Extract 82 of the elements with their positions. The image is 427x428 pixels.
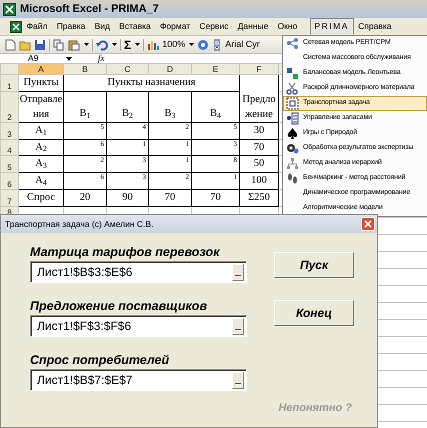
- matrix-icon: [286, 67, 298, 80]
- menu-item[interactable]: Справка: [354, 18, 396, 35]
- table-cell: B$_{2}$: [106, 91, 148, 122]
- dialog-button[interactable]: Конец: [274, 300, 354, 326]
- new-file-icon[interactable]: [4, 38, 16, 50]
- row-header[interactable]: 1: [0, 74, 18, 92]
- caret-icon[interactable]: [66, 56, 72, 60]
- window-title: Microsoft Excel - PRIMA_7: [20, 2, 159, 17]
- menu-item[interactable]: Правка: [52, 18, 90, 35]
- table-cell: 90: [106, 189, 148, 206]
- field-label: Спрос потребителей: [30, 352, 170, 369]
- row-header[interactable]: 4: [0, 139, 18, 156]
- menu-item[interactable]: Вставка: [114, 18, 156, 35]
- font-dropdown[interactable]: Arial Cyr: [225, 38, 260, 52]
- row-header[interactable]: 3: [0, 122, 18, 139]
- footprint-icon: [286, 172, 298, 185]
- zoom-dropdown[interactable]: 100%: [162, 38, 186, 52]
- menu-item[interactable]: Данные: [233, 18, 273, 35]
- table-cell: 70: [148, 189, 192, 206]
- table-cell: 30: [240, 122, 278, 139]
- table-cell: 70: [192, 189, 240, 206]
- hierarchy-icon: [286, 157, 298, 170]
- copy-icon[interactable]: [53, 38, 65, 50]
- input-field[interactable]: Лист1!$F$3:$F$6 _: [30, 315, 247, 337]
- menu-item[interactable]: Вид: [90, 18, 115, 35]
- save-icon[interactable]: [34, 38, 46, 50]
- menu-item[interactable]: PRIMA: [310, 18, 354, 35]
- table-cell: Спрос: [18, 189, 64, 206]
- table-icon: [286, 97, 298, 110]
- chart-icon[interactable]: [147, 38, 160, 50]
- field-label: Предложение поставщиков: [30, 298, 208, 315]
- table-cell: B$_{3}$: [148, 91, 192, 122]
- table-cell: A$_{2}$: [18, 139, 64, 156]
- network-icon: [286, 37, 298, 50]
- menu-item[interactable]: Окно: [272, 18, 302, 35]
- excel-icon: [3, 2, 16, 16]
- column-header[interactable]: F: [240, 64, 278, 74]
- range-select-button[interactable]: _: [232, 372, 244, 388]
- table-cell: 100: [240, 172, 278, 190]
- paste-icon[interactable]: [68, 38, 80, 50]
- undo-icon[interactable]: [96, 38, 108, 50]
- column-header[interactable]: D: [148, 64, 192, 74]
- range-select-button[interactable]: _: [232, 264, 244, 280]
- table-cell: Отправления: [18, 91, 64, 122]
- list-icon: [286, 112, 298, 125]
- input-field[interactable]: Лист1!$B$7:$E$7 _: [30, 369, 247, 391]
- field-label: Матрица тарифов перевозок: [30, 244, 221, 261]
- dialog-button[interactable]: Пуск: [274, 252, 354, 278]
- menu-item[interactable]: Файл: [22, 18, 52, 35]
- toolbar-options-icon[interactable]: [212, 38, 222, 50]
- menu-item[interactable]: Формат: [155, 18, 195, 35]
- column-header[interactable]: A: [18, 64, 64, 74]
- table-cell: A$_{3}$: [18, 156, 64, 172]
- autosum-button[interactable]: Σ: [124, 36, 132, 54]
- table-cell: 70: [240, 139, 278, 156]
- column-header[interactable]: C: [106, 64, 148, 74]
- row-header[interactable]: 2: [0, 91, 18, 122]
- table-cell: A$_{4}$: [18, 172, 64, 190]
- row-header[interactable]: 6: [0, 172, 18, 190]
- range-select-button[interactable]: _: [232, 318, 244, 334]
- row-header[interactable]: 7: [0, 189, 18, 206]
- close-icon[interactable]: [361, 217, 375, 231]
- input-field[interactable]: Лист1!$B$3:$E$6 _: [30, 261, 247, 283]
- table-cell: Σ250: [240, 189, 278, 206]
- row-header[interactable]: 5: [0, 156, 18, 172]
- function-button[interactable]: fx: [98, 52, 104, 66]
- table-cell: A$_{1}$: [18, 122, 64, 139]
- name-box[interactable]: A9: [28, 52, 38, 65]
- table-cell: Предложение: [240, 74, 278, 122]
- table-cell: 50: [240, 156, 278, 172]
- table-cell: Пункты: [18, 74, 64, 92]
- scissors-icon: [286, 82, 298, 95]
- table-cell: 20: [64, 189, 106, 206]
- column-header[interactable]: E: [192, 64, 240, 74]
- dialog-title: Транспортная задача (c) Амелин С.В.: [5, 218, 154, 230]
- menu-item[interactable]: Сервис: [194, 18, 234, 35]
- table-cell: Пункты назначения: [64, 74, 240, 92]
- column-header[interactable]: B: [64, 64, 106, 74]
- spade-icon: [286, 127, 298, 140]
- excel-icon[interactable]: [10, 20, 22, 32]
- table-cell: B$_{1}$: [64, 91, 106, 122]
- folder-icon[interactable]: [19, 38, 31, 50]
